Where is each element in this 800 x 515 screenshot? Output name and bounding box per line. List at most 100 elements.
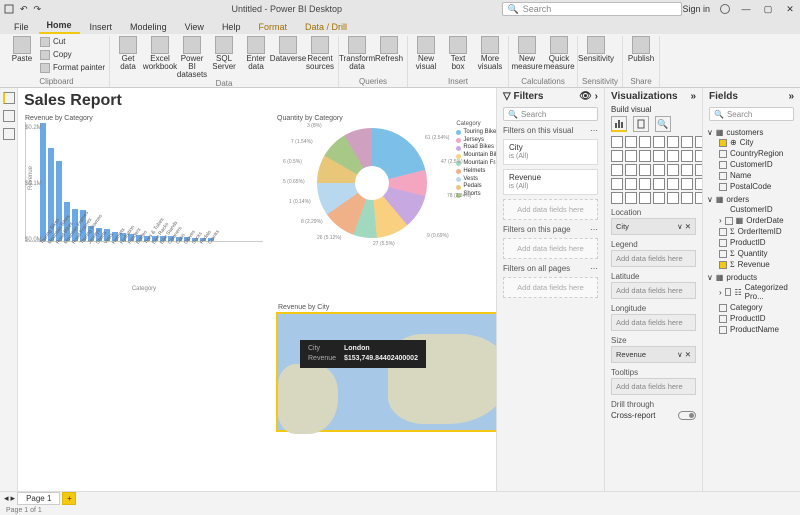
table-orders[interactable]: ∨▦orders CustomerID ›▦OrderDate ΣOrderIt…: [707, 195, 796, 270]
checkbox[interactable]: [719, 150, 727, 158]
tab-modeling[interactable]: Modeling: [122, 20, 175, 34]
paste-button[interactable]: Paste: [8, 36, 36, 63]
viz-type-icon[interactable]: [667, 164, 679, 176]
viz-type-icon[interactable]: [611, 192, 623, 204]
map-visual[interactable]: Revenue by City CityLondon Revenue$153,7…: [276, 312, 496, 432]
new-measure-button[interactable]: New measure: [513, 36, 541, 71]
viz-type-icon[interactable]: [667, 136, 679, 148]
checkbox[interactable]: [725, 217, 733, 225]
more-icon[interactable]: ⋯: [590, 126, 598, 135]
checkbox-revenue[interactable]: [719, 261, 727, 269]
viz-type-icon[interactable]: [681, 136, 693, 148]
checkbox[interactable]: [719, 250, 727, 258]
report-canvas[interactable]: Sales Report Revenue by Category $0.2M$0…: [18, 88, 496, 491]
add-page-button[interactable]: +: [62, 492, 76, 505]
checkbox[interactable]: [719, 183, 727, 191]
collapse-icon[interactable]: ›: [595, 91, 598, 102]
quick-measure-button[interactable]: Quick measure: [545, 36, 573, 71]
viz-type-icon[interactable]: [625, 178, 637, 190]
well-legend[interactable]: Add data fields here: [611, 250, 696, 267]
sign-in-link[interactable]: Sign in: [682, 4, 710, 14]
viz-type-icon[interactable]: [681, 150, 693, 162]
viz-type-icon[interactable]: [625, 136, 637, 148]
checkbox[interactable]: [719, 161, 727, 169]
viz-type-icon[interactable]: [681, 192, 693, 204]
tab-data-drill[interactable]: Data / Drill: [297, 20, 355, 34]
well-latitude[interactable]: Add data fields here: [611, 282, 696, 299]
global-search-input[interactable]: 🔍 Search: [502, 2, 682, 16]
publish-button[interactable]: Publish: [627, 36, 655, 63]
viz-type-icon[interactable]: [667, 192, 679, 204]
checkbox[interactable]: [719, 315, 727, 323]
cut-button[interactable]: Cut: [40, 36, 105, 48]
table-products[interactable]: ∨▦products ›☷Categorized Pro... Category…: [707, 273, 796, 335]
well-size[interactable]: Revenue∨ ✕: [611, 346, 696, 363]
viz-type-icon[interactable]: [611, 178, 623, 190]
transform-data-button[interactable]: Transform data: [343, 36, 371, 71]
tab-format[interactable]: Format: [250, 20, 295, 34]
get-data-button[interactable]: Get data: [114, 36, 142, 71]
tab-file[interactable]: File: [6, 20, 37, 34]
viz-type-icon[interactable]: [653, 150, 665, 162]
viz-type-icon[interactable]: [639, 150, 651, 162]
build-tab-icon[interactable]: [611, 116, 627, 132]
sensitivity-button[interactable]: Sensitivity: [582, 36, 610, 63]
filters-search-input[interactable]: 🔍Search: [503, 107, 598, 121]
all-pages-filter-well[interactable]: Add data fields here: [503, 277, 598, 298]
data-view-icon[interactable]: [3, 110, 15, 122]
dataverse-button[interactable]: Dataverse: [274, 36, 302, 63]
expand-icon[interactable]: ›: [719, 216, 722, 225]
tab-help[interactable]: Help: [214, 20, 249, 34]
collapse-icon[interactable]: »: [788, 91, 794, 102]
model-view-icon[interactable]: [3, 128, 15, 140]
chevron-down-icon[interactable]: ∨: [707, 273, 713, 282]
more-icon[interactable]: ⋯: [590, 225, 598, 234]
filter-card-revenue[interactable]: Revenueis (All): [503, 169, 598, 195]
fields-search-input[interactable]: 🔍Search: [709, 107, 794, 121]
more-visuals-button[interactable]: More visuals: [476, 36, 504, 71]
undo-icon[interactable]: ↶: [20, 4, 28, 15]
analytics-tab-icon[interactable]: 🔍: [655, 116, 671, 132]
maximize-button[interactable]: ▢: [762, 4, 774, 15]
viz-type-icon[interactable]: [625, 192, 637, 204]
report-view-icon[interactable]: [3, 92, 15, 104]
viz-type-icon[interactable]: [625, 164, 637, 176]
well-tooltips[interactable]: Add data fields here: [611, 378, 696, 395]
viz-type-icon[interactable]: [667, 150, 679, 162]
checkbox[interactable]: [719, 326, 727, 334]
viz-type-icon[interactable]: [611, 136, 623, 148]
page-filter-well[interactable]: Add data fields here: [503, 238, 598, 259]
recent-sources-button[interactable]: Recent sources: [306, 36, 334, 71]
viz-type-icon[interactable]: [639, 178, 651, 190]
well-location[interactable]: City∨ ✕: [611, 218, 696, 235]
chevron-down-icon[interactable]: ∨: [707, 195, 713, 204]
viz-type-icon[interactable]: [639, 192, 651, 204]
minimize-button[interactable]: —: [740, 4, 752, 14]
checkbox[interactable]: [725, 288, 732, 296]
viz-type-icon[interactable]: [667, 178, 679, 190]
close-button[interactable]: ✕: [784, 4, 796, 15]
viz-type-icon[interactable]: [681, 164, 693, 176]
viz-type-icon[interactable]: [653, 178, 665, 190]
copy-button[interactable]: Copy: [40, 49, 105, 61]
excel-workbook-button[interactable]: Excel workbook: [146, 36, 174, 71]
viz-type-icon[interactable]: [639, 136, 651, 148]
checkbox[interactable]: [719, 304, 727, 312]
format-tab-icon[interactable]: [633, 116, 649, 132]
bar-chart-visual[interactable]: Revenue by Category $0.2M$0.1M$0.0M Reve…: [24, 114, 264, 304]
tab-view[interactable]: View: [177, 20, 212, 34]
new-visual-button[interactable]: New visual: [412, 36, 440, 71]
tab-home[interactable]: Home: [39, 18, 80, 34]
tab-insert[interactable]: Insert: [82, 20, 121, 34]
page-tab-1[interactable]: Page 1: [17, 492, 60, 505]
eye-icon[interactable]: 👁: [579, 91, 592, 102]
viz-type-icon[interactable]: [639, 164, 651, 176]
pbi-datasets-button[interactable]: Power BI datasets: [178, 36, 206, 79]
collapse-icon[interactable]: »: [690, 91, 696, 102]
viz-type-icon[interactable]: [653, 164, 665, 176]
visual-filter-well[interactable]: Add data fields here: [503, 199, 598, 220]
page-nav-prev[interactable]: ◂: [4, 493, 9, 504]
table-customers[interactable]: ∨▦customers ⊕City CountryRegion Customer…: [707, 128, 796, 192]
chevron-down-icon[interactable]: ∨: [707, 128, 713, 137]
refresh-button[interactable]: Refresh: [375, 36, 403, 63]
